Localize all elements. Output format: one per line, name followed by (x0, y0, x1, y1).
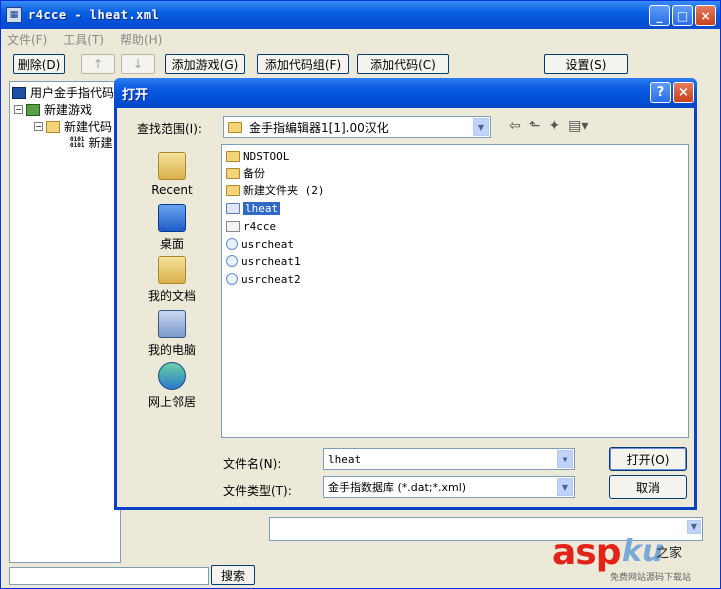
maximize-button[interactable]: □ (672, 5, 693, 26)
search-input[interactable] (9, 567, 209, 585)
menu-bar: 文件(F) 工具(T) 帮助(H) (1, 29, 720, 49)
place-network-label: 网上邻居 (147, 395, 196, 409)
filetype-dropdown[interactable]: 金手指数据库 (*.dat;*.xml) ▼ (323, 476, 575, 498)
file-list[interactable]: NDSTOOL 备份 新建文件夹 (2) lheat r4cce usrchea… (221, 144, 689, 438)
binary-code-icon: 0101 0101 (70, 135, 85, 149)
watermark-brand: asp (552, 532, 621, 573)
window-controls: _ □ × (649, 5, 716, 26)
filename-value: lheat (328, 452, 362, 466)
place-documents[interactable]: 我的文档 (131, 256, 213, 304)
filename-label: 文件名(N): (223, 457, 282, 471)
tree-game-label: 新建游戏 (44, 103, 93, 117)
settings-button[interactable]: 设置(S) (544, 54, 628, 74)
file-item[interactable]: usrcheat2 (226, 271, 301, 287)
tree-game[interactable]: − 新建游戏 (14, 101, 92, 118)
nav-toolbar: ⇦ ⬑ ✦ ▤▾ (509, 118, 588, 134)
tree-code-label: 新建 (88, 136, 113, 150)
collapse-icon[interactable]: − (34, 122, 43, 131)
code-tree[interactable]: 用户金手指代码 − 新建游戏 − 新建代码 0101 0101 新建 (9, 81, 121, 563)
collapse-icon[interactable]: − (14, 105, 23, 114)
dat-file-icon (226, 238, 238, 250)
place-desktop[interactable]: 桌面 (131, 204, 213, 252)
network-icon (158, 362, 186, 390)
move-up-button[interactable]: ↑ (81, 54, 115, 74)
chevron-down-icon[interactable]: ▼ (557, 450, 573, 468)
close-button[interactable]: × (695, 5, 716, 26)
folder-icon (226, 150, 240, 162)
toolbar: 删除(D) ↑ ↓ 添加游戏(G) 添加代码组(F) 添加代码(C) 设置(S) (1, 51, 720, 79)
look-in-dropdown[interactable]: 金手指编辑器1[1].00汉化 ▼ (223, 116, 491, 138)
places-bar: Recent 桌面 我的文档 我的电脑 网上邻居 (131, 144, 213, 444)
folder-icon (226, 167, 240, 179)
xml-file-icon (226, 202, 240, 214)
main-title-bar[interactable]: ▦ r4cce - lheat.xml _ □ × (1, 1, 720, 29)
folder-icon (46, 120, 60, 133)
tree-root-label: 用户金手指代码 (30, 86, 115, 100)
back-arrow-icon[interactable]: ⇦ (509, 118, 521, 134)
file-item[interactable]: usrcheat (226, 236, 294, 252)
menu-tools[interactable]: 工具(T) (63, 31, 104, 48)
site-watermark: asp ku 之家 免费网站源码下载站 (552, 532, 718, 586)
place-recent-label: Recent (151, 183, 193, 197)
folder-icon (228, 121, 242, 133)
file-item-selected[interactable]: lheat (226, 200, 281, 216)
add-code-button[interactable]: 添加代码(C) (357, 54, 449, 74)
add-code-group-button[interactable]: 添加代码组(F) (257, 54, 349, 74)
folder-icon (226, 184, 240, 196)
text-file-icon (226, 220, 240, 232)
tree-code-group[interactable]: − 新建代码 (34, 118, 112, 135)
delete-button[interactable]: 删除(D) (13, 54, 65, 74)
menu-file[interactable]: 文件(F) (7, 31, 47, 48)
place-network[interactable]: 网上邻居 (131, 362, 213, 410)
open-dialog: 打开 ? × 查找范围(I): 金手指编辑器1[1].00汉化 ▼ ⇦ ⬑ ✦ … (114, 78, 697, 510)
minimize-button[interactable]: _ (649, 5, 670, 26)
file-item[interactable]: 备份 (226, 165, 265, 181)
add-game-button[interactable]: 添加游戏(G) (165, 54, 245, 74)
place-desktop-label: 桌面 (159, 237, 184, 251)
view-menu-icon[interactable]: ▤▾ (568, 118, 588, 134)
file-item[interactable]: NDSTOOL (226, 148, 289, 164)
chevron-down-icon[interactable]: ▼ (557, 478, 573, 496)
window-title: r4cce - lheat.xml (28, 8, 160, 22)
tree-code[interactable]: 0101 0101 新建 (70, 134, 112, 151)
filetype-value: 金手指数据库 (*.dat;*.xml) (328, 481, 467, 494)
file-item[interactable]: usrcheat1 (226, 253, 301, 269)
cancel-button[interactable]: 取消 (609, 475, 687, 499)
look-in-label: 查找范围(I): (137, 122, 202, 136)
move-down-button[interactable]: ↓ (121, 54, 155, 74)
documents-icon (158, 256, 186, 284)
watermark-subtitle: 免费网站源码下载站 (610, 573, 692, 583)
dat-file-icon (226, 255, 238, 267)
dialog-help-button[interactable]: ? (650, 82, 671, 103)
user-icon (12, 86, 26, 99)
dialog-title-bar[interactable]: 打开 ? × (114, 78, 697, 108)
dialog-controls: ? × (650, 82, 694, 103)
up-folder-icon[interactable]: ⬑ (529, 118, 541, 134)
dat-file-icon (226, 273, 238, 285)
dialog-close-button[interactable]: × (673, 82, 694, 103)
look-in-value: 金手指编辑器1[1].00汉化 (249, 120, 389, 135)
watermark-cn: 之家 (656, 546, 683, 561)
place-my-computer-label: 我的电脑 (147, 343, 196, 357)
place-recent[interactable]: Recent (131, 152, 213, 197)
filetype-label: 文件类型(T): (223, 484, 292, 498)
file-item[interactable]: r4cce (226, 218, 276, 234)
open-button[interactable]: 打开(O) (609, 447, 687, 471)
place-documents-label: 我的文档 (147, 289, 196, 303)
desktop-icon (158, 204, 186, 232)
chevron-down-icon[interactable]: ▼ (473, 118, 489, 136)
recent-folder-icon (158, 152, 186, 180)
new-folder-icon[interactable]: ✦ (548, 118, 560, 134)
place-my-computer[interactable]: 我的电脑 (131, 310, 213, 358)
computer-icon (158, 310, 186, 338)
file-item[interactable]: 新建文件夹 (2) (226, 182, 325, 198)
search-button[interactable]: 搜索 (211, 565, 255, 585)
menu-help[interactable]: 帮助(H) (120, 31, 162, 48)
app-icon: ▦ (6, 7, 22, 23)
game-icon (26, 103, 40, 116)
filename-input[interactable]: lheat ▼ (323, 448, 575, 470)
tree-root[interactable]: 用户金手指代码 (12, 84, 114, 101)
dialog-title: 打开 (122, 87, 149, 103)
tree-code-group-label: 新建代码 (64, 120, 113, 134)
